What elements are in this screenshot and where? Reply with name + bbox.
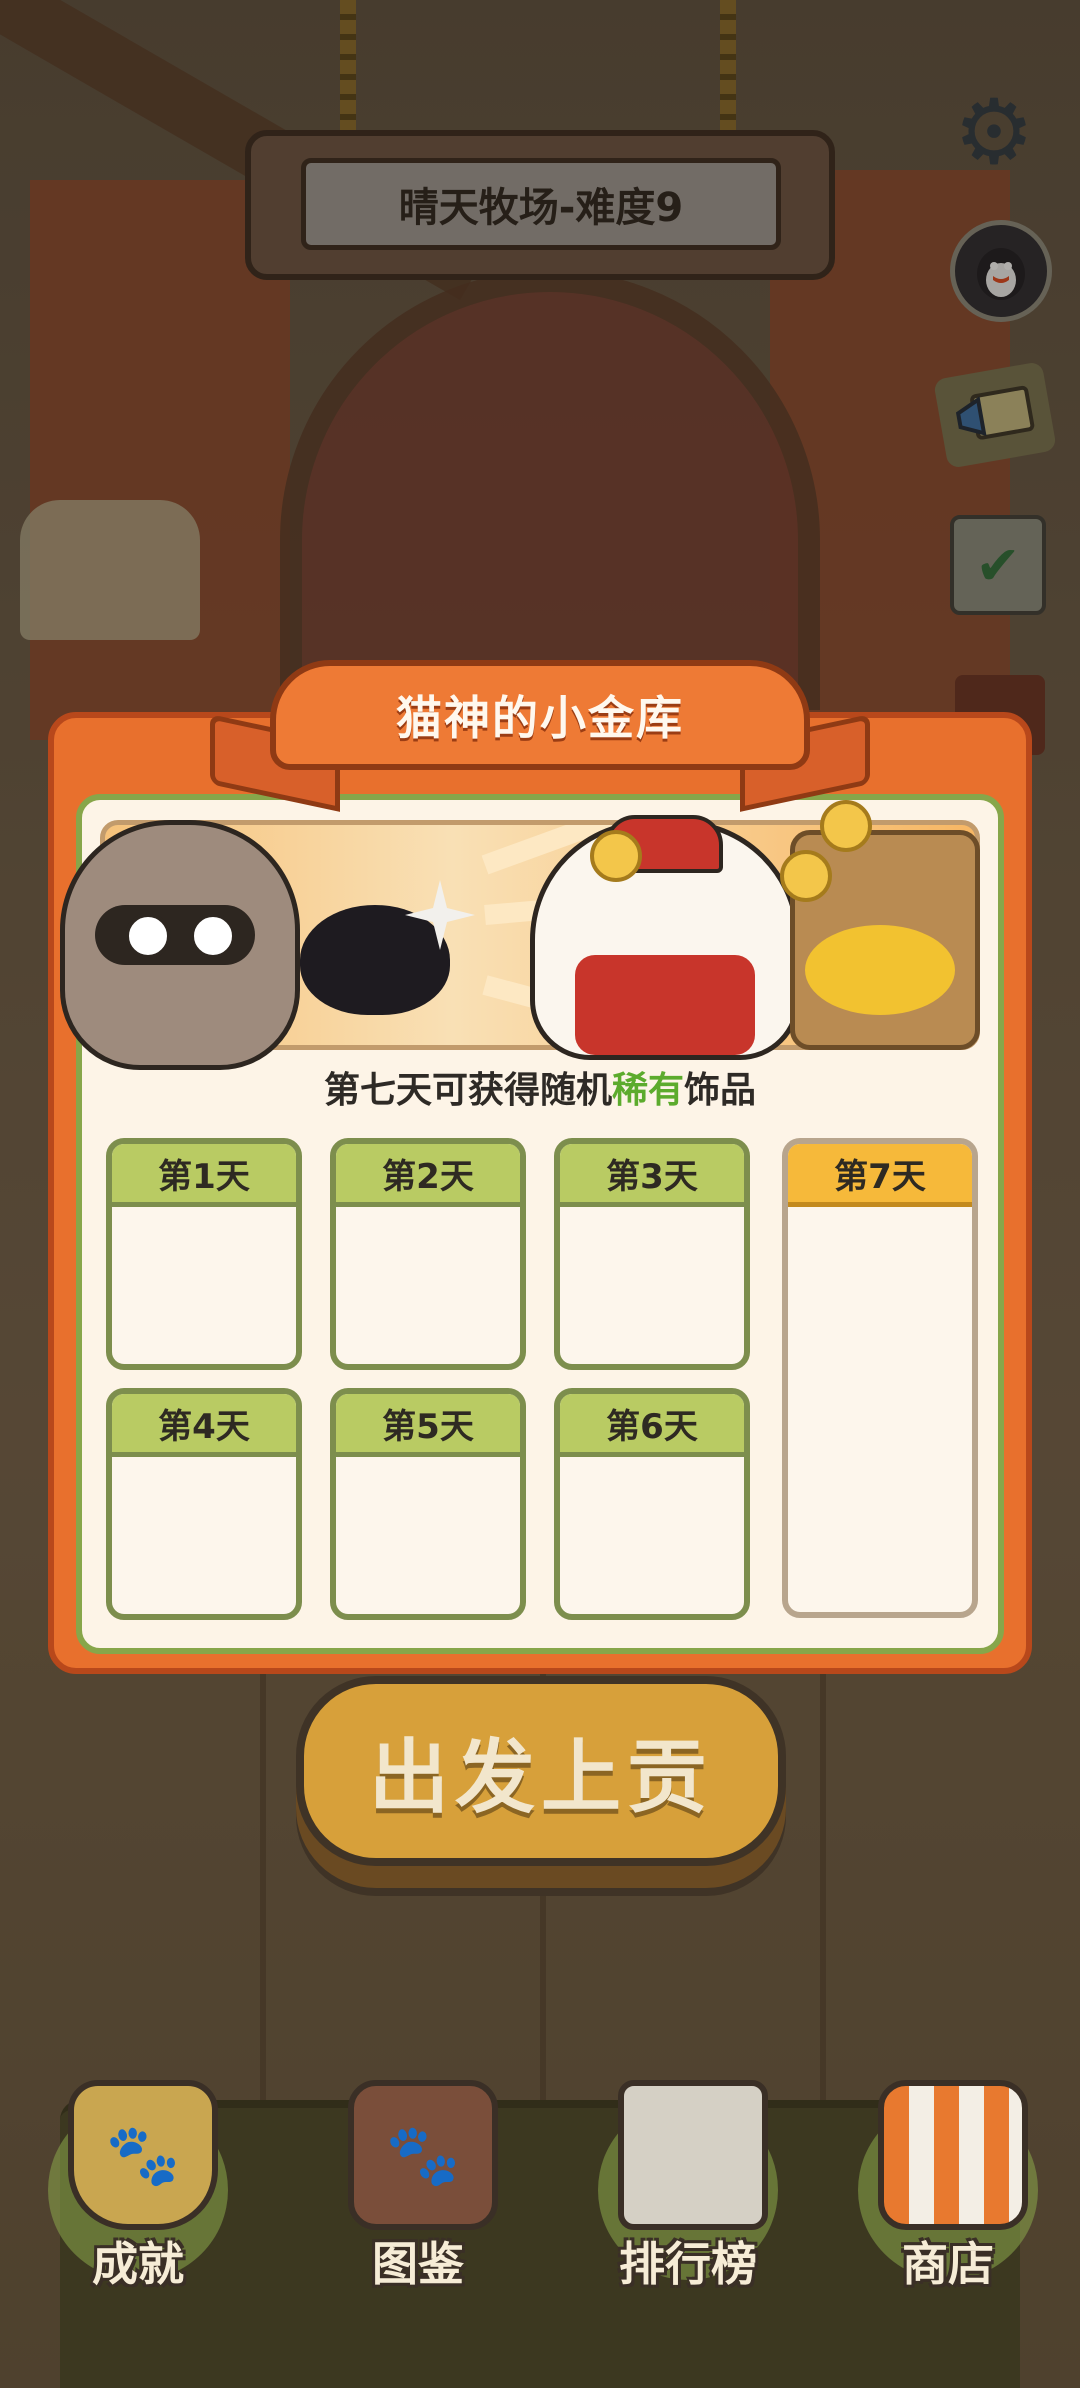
day-card-4[interactable]: 第4天 — [106, 1388, 302, 1620]
day-card-2[interactable]: 第2天 — [330, 1138, 526, 1370]
scroll-icon — [618, 2080, 768, 2230]
lucky-cat-robe — [575, 955, 755, 1055]
nav-label: 排行榜 — [619, 2237, 757, 2291]
gold-pile — [805, 925, 955, 1015]
nav-label: 商店 — [902, 2237, 994, 2291]
day-label: 第2天 — [336, 1144, 520, 1207]
nav-label: 成就 — [92, 2237, 184, 2291]
nav-achievements[interactable]: 🐾 成就 — [28, 2060, 248, 2320]
raccoon-eye — [190, 913, 236, 959]
reward-description: 第七天可获得随机稀有饰品 — [100, 1063, 980, 1119]
day-card-1[interactable]: 第1天 — [106, 1138, 302, 1370]
tribute-button[interactable]: 出发上贡 — [296, 1676, 786, 1866]
book-icon: 🐾 — [348, 2080, 498, 2230]
day-label: 第7天 — [788, 1144, 972, 1207]
day-card-6[interactable]: 第6天 — [554, 1388, 750, 1620]
description-suffix: 饰品 — [684, 1070, 757, 1111]
day-label: 第5天 — [336, 1394, 520, 1457]
shop-stall-icon — [878, 2080, 1028, 2230]
nav-leaderboard[interactable]: 排行榜 — [578, 2060, 798, 2320]
raccoon-eye — [125, 913, 171, 959]
day-label: 第1天 — [112, 1144, 296, 1207]
day-label: 第3天 — [560, 1144, 744, 1207]
coin-icon — [780, 850, 832, 902]
raccoon-character — [60, 820, 300, 1070]
description-rare: 稀有 — [611, 1070, 684, 1111]
nav-label: 图鉴 — [372, 2237, 464, 2291]
nav-shop[interactable]: 商店 — [838, 2060, 1058, 2320]
coin-icon — [590, 830, 642, 882]
nav-collection[interactable]: 🐾 图鉴 — [308, 2060, 528, 2320]
trophy-icon: 🐾 — [68, 2080, 218, 2230]
day-label: 第6天 — [560, 1394, 744, 1457]
tribute-button-label: 出发上贡 — [369, 1731, 713, 1824]
modal-title-ribbon: 猫神的小金库 — [210, 650, 870, 812]
day-label: 第4天 — [112, 1394, 296, 1457]
black-cat-character — [300, 905, 450, 1015]
modal-title: 猫神的小金库 — [396, 691, 684, 745]
lucky-cat-god — [530, 815, 800, 1060]
coin-icon — [820, 800, 872, 852]
day-card-5[interactable]: 第5天 — [330, 1388, 526, 1620]
ribbon-band: 猫神的小金库 — [270, 660, 810, 770]
day-card-7[interactable]: 第7天 — [782, 1138, 978, 1618]
description-prefix: 第七天可获得随机 — [323, 1070, 612, 1111]
day-card-3[interactable]: 第3天 — [554, 1138, 750, 1370]
